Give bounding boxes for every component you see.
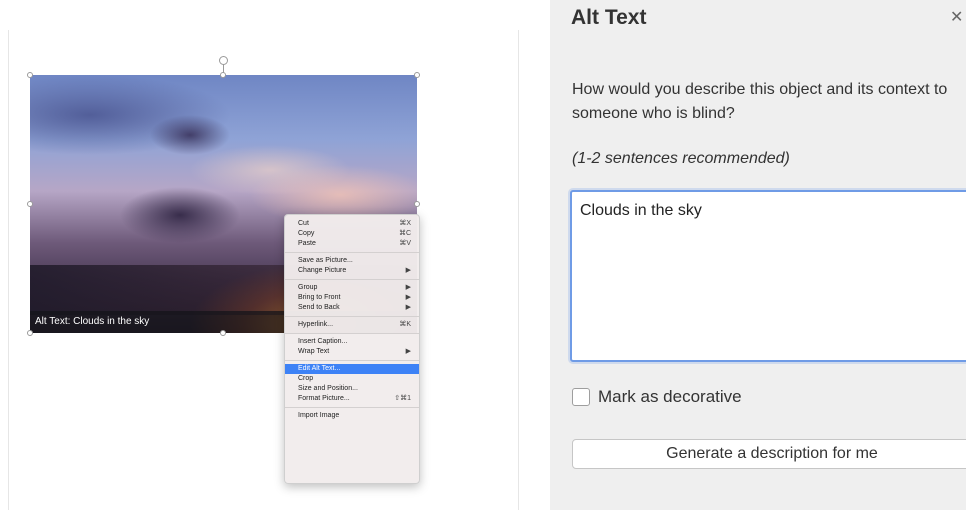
resize-handle-bottom[interactable] [220, 330, 226, 336]
menu-item-shortcut: ⌘V [399, 240, 411, 247]
chevron-right-icon: ▶ [405, 294, 411, 301]
menu-item-change-picture[interactable]: Change Picture ▶ [285, 266, 419, 276]
menu-item-label: Cut [298, 220, 309, 227]
resize-handle-left[interactable] [27, 201, 33, 207]
resize-handle-top-left[interactable] [27, 72, 33, 78]
menu-item-label: Paste [298, 240, 316, 247]
mark-decorative-checkbox[interactable] [572, 388, 590, 406]
resize-handle-top-right[interactable] [414, 72, 420, 78]
menu-separator [285, 252, 419, 253]
menu-item-hyperlink[interactable]: Hyperlink... ⌘K [285, 320, 419, 330]
menu-item-copy[interactable]: Copy ⌘C [285, 229, 419, 239]
menu-item-shortcut: ⌘X [399, 220, 411, 227]
menu-item-label: Save as Picture... [298, 257, 353, 264]
menu-separator [285, 407, 419, 408]
resize-handle-top[interactable] [220, 72, 226, 78]
document-canvas: Alt Text: Clouds in the sky Cut ⌘X Copy ⌘C P… [0, 0, 532, 510]
menu-item-label: Edit Alt Text... [298, 365, 341, 372]
page-edge [8, 30, 9, 510]
menu-item-label: Change Picture [298, 267, 347, 274]
menu-item-format-picture[interactable]: Format Picture... ⇧⌘1 [285, 394, 419, 404]
menu-item-label: Size and Position... [298, 385, 358, 392]
context-menu: Cut ⌘X Copy ⌘C Paste ⌘V Save as Picture... Chan… [284, 214, 420, 484]
mark-decorative-row[interactable]: Mark as decorative [572, 386, 742, 408]
chevron-right-icon: ▶ [405, 304, 411, 311]
menu-item-label: Wrap Text [298, 348, 330, 355]
resize-handle-right[interactable] [414, 201, 420, 207]
pane-question: How would you describe this object and i… [572, 81, 948, 122]
alt-text-pane: Alt Text ✕ How would you describe this o… [550, 0, 966, 510]
menu-item-label: Import Image [298, 412, 340, 419]
menu-item-bring-to-front[interactable]: Bring to Front ▶ [285, 293, 419, 303]
menu-separator [285, 333, 419, 334]
menu-item-cut[interactable]: Cut ⌘X [285, 219, 419, 229]
menu-item-crop[interactable]: Crop [285, 374, 419, 384]
menu-item-edit-alt-text[interactable]: Edit Alt Text... [285, 364, 419, 374]
menu-item-label: Group [298, 284, 318, 291]
menu-item-label: Send to Back [298, 304, 340, 311]
chevron-right-icon: ▶ [405, 348, 411, 355]
menu-item-wrap-text[interactable]: Wrap Text ▶ [285, 347, 419, 357]
menu-separator [285, 360, 419, 361]
menu-item-save-as-picture[interactable]: Save as Picture... [285, 256, 419, 266]
menu-item-shortcut: ⌘C [398, 230, 411, 237]
mark-decorative-label: Mark as decorative [598, 387, 742, 406]
chevron-right-icon: ▶ [405, 284, 411, 291]
menu-item-size-and-position[interactable]: Size and Position... [285, 384, 419, 394]
menu-item-send-to-back[interactable]: Send to Back ▶ [285, 303, 419, 313]
menu-item-label: Crop [298, 375, 314, 382]
menu-item-label: Format Picture... [298, 395, 350, 402]
menu-item-insert-caption[interactable]: Insert Caption... [285, 337, 419, 347]
alt-text-description-input[interactable]: Clouds in the sky [570, 190, 966, 362]
menu-item-group[interactable]: Group ▶ [285, 283, 419, 293]
generate-description-button[interactable]: Generate a description for me [572, 439, 966, 469]
menu-item-label: Copy [298, 230, 315, 237]
pane-title: Alt Text [571, 6, 647, 29]
menu-item-label: Bring to Front [298, 294, 341, 301]
close-icon[interactable]: ✕ [950, 7, 962, 27]
menu-item-label: Hyperlink... [298, 321, 334, 328]
menu-item-paste[interactable]: Paste ⌘V [285, 239, 419, 249]
menu-separator [285, 316, 419, 317]
resize-handle-bottom-left[interactable] [27, 330, 33, 336]
menu-separator [285, 279, 419, 280]
menu-item-label: Insert Caption... [298, 338, 348, 345]
page-edge [518, 30, 519, 510]
chevron-right-icon: ▶ [405, 267, 411, 274]
pane-hint: (1-2 sentences recommended) [572, 150, 790, 167]
menu-item-shortcut: ⇧⌘1 [394, 395, 411, 402]
menu-item-import-image[interactable]: Import Image [285, 411, 419, 421]
menu-item-shortcut: ⌘K [399, 321, 411, 328]
rotate-handle-icon[interactable] [219, 56, 228, 65]
